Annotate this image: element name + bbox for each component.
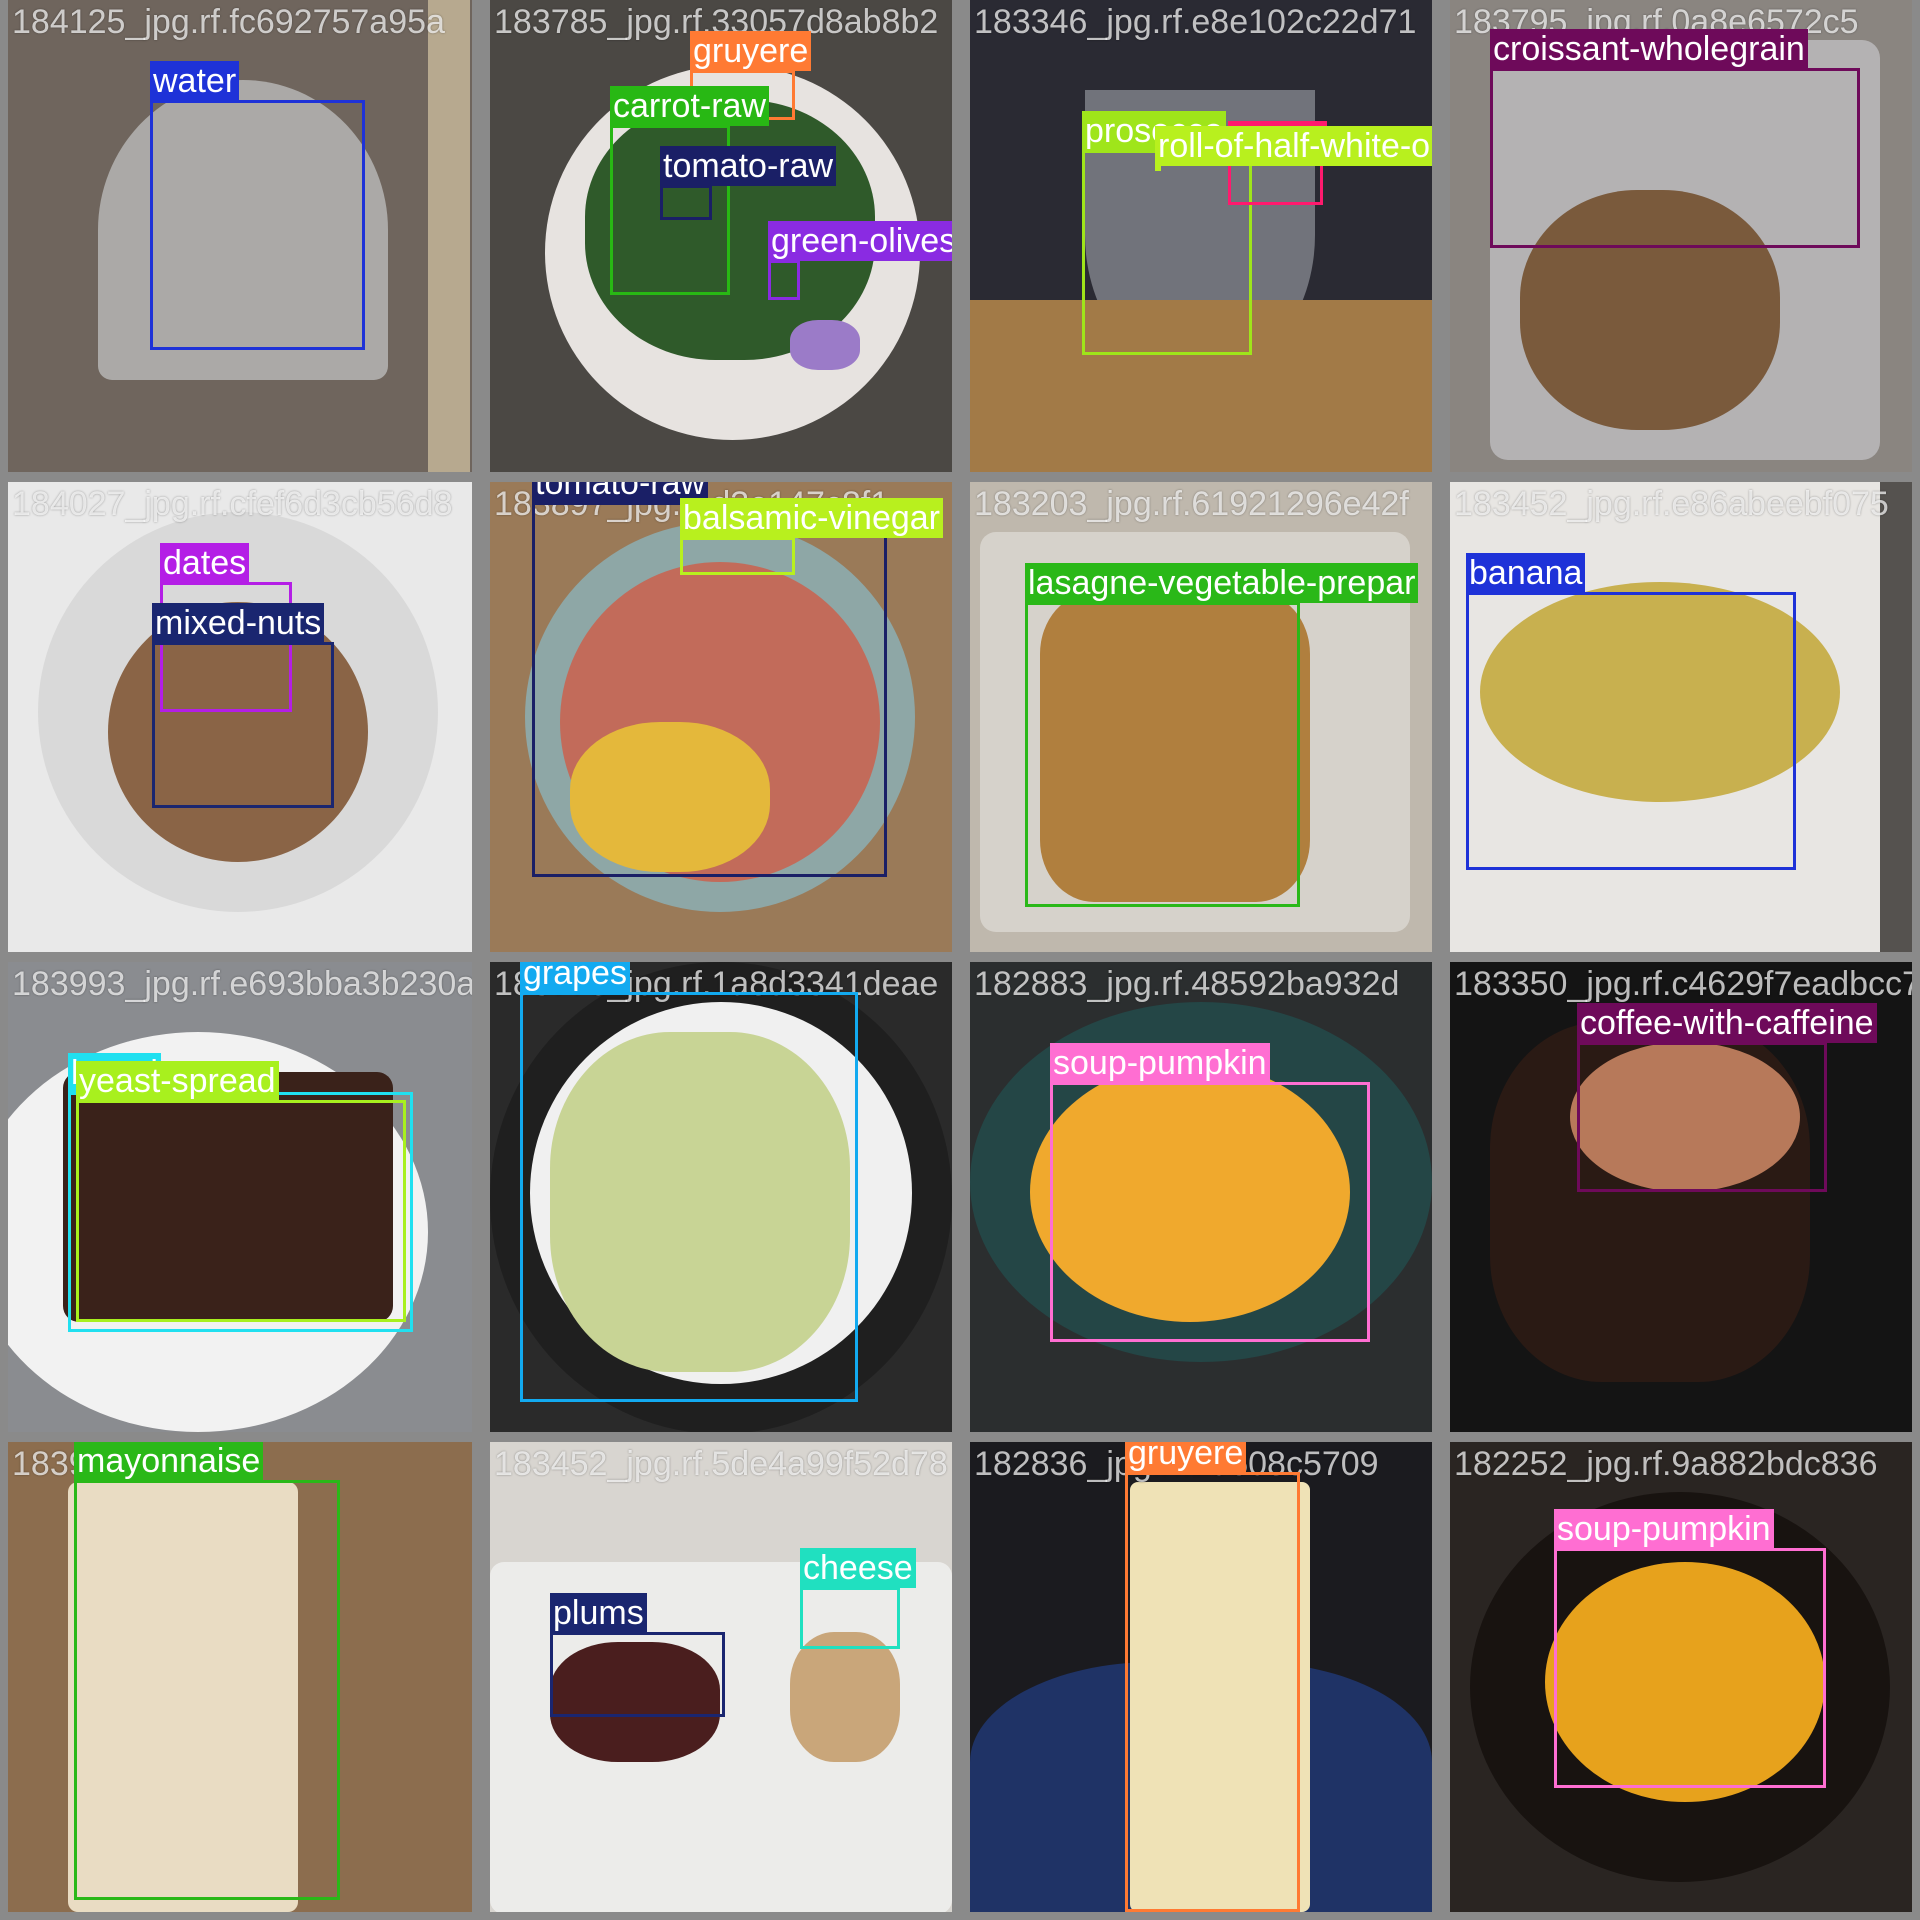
image-filename: 183452_jpg.rf.e86abeebf075 — [1454, 485, 1889, 523]
image-filename: 183203_jpg.rf.61921296e42f — [974, 485, 1409, 523]
bounding-box: green-olives — [768, 221, 952, 300]
bounding-box-label: balsamic-vinegar — [680, 498, 943, 538]
image-filename: 184125_jpg.rf.fc692757a95a — [12, 3, 445, 41]
bounding-box: lasagne-vegetable-prepar — [1025, 563, 1419, 907]
detection-grid: 184125_jpg.rf.fc692757a95a water 183785_jp… — [0, 0, 1920, 1920]
bounding-box: soup-pumpkin — [1554, 1509, 1826, 1788]
image-filename: 183993_jpg.rf.e693bba3b230a — [12, 965, 472, 1003]
bounding-box-label: yeast-spread — [76, 1061, 279, 1101]
bounding-box-label: grapes — [520, 962, 630, 993]
bounding-box-label: dates — [160, 543, 250, 583]
image-filename: 182252_jpg.rf.9a882bdc836 — [1454, 1445, 1878, 1483]
bounding-box-label: gruyere — [690, 31, 812, 71]
image-tile: 183993_jpg.rf.e693bba3b230abreadyeast-sp… — [8, 962, 472, 1432]
image-tile: 183350_jpg.rf.c4629f7eadbcc7a81coffee-wi… — [1450, 962, 1912, 1432]
bounding-box-label: plums — [550, 1593, 647, 1633]
bounding-box-label: coffee-with-caffeine — [1577, 1003, 1877, 1043]
bounding-box: cheese — [800, 1548, 916, 1649]
image-filename: 183350_jpg.rf.c4629f7eadbcc7a81 — [1454, 965, 1912, 1003]
bounding-box-label: lasagne-vegetable-prepar — [1025, 563, 1419, 603]
image-tile: 183452_jpg.rf.e86abeebf075banana — [1450, 482, 1912, 952]
bounding-box-label: croissant-wholegrain — [1490, 29, 1808, 69]
bounding-box-label: carrot-raw — [610, 86, 770, 126]
bounding-box: gruyere — [1125, 1442, 1300, 1912]
image-tile: 183346_jpg.rf.e8e102c22d71 proseccolemonr… — [970, 0, 1432, 472]
bounding-box: mayonnaise — [74, 1442, 340, 1900]
image-tile: 184125_jpg.rf.fc692757a95awater — [8, 0, 472, 472]
image-tile: 1839a6bb975fbmayonnaise — [8, 1442, 472, 1912]
bounding-box: grapes — [520, 962, 858, 1402]
bounding-box: tomato-raw — [660, 146, 837, 220]
bounding-box-label: soup-pumpkin — [1554, 1509, 1774, 1549]
bounding-box-label: tomato-raw — [660, 146, 837, 186]
image-filename: 183346_jpg.rf.e8e102c22d71 — [974, 3, 1417, 41]
bounding-box: prosecco — [1082, 111, 1252, 355]
image-tile: 183776_jpg.rf.1a8d3341deae grapes — [490, 962, 952, 1432]
image-filename: 182883_jpg.rf.48592ba932d — [974, 965, 1400, 1003]
image-tile: 183203_jpg.rf.61921296e42f lasagne-vegeta… — [970, 482, 1432, 952]
bounding-box: coffee-with-caffeine — [1577, 1003, 1877, 1192]
bounding-box: yeast-spread — [76, 1061, 406, 1322]
bounding-box: croissant-wholegrain — [1490, 29, 1860, 248]
bounding-box-label: banana — [1466, 553, 1586, 593]
bounding-box-label: mixed-nuts — [152, 603, 325, 643]
image-filename: 184027_jpg.rf.cfef6d3cb56d8 — [12, 485, 453, 523]
bounding-box-label: soup-pumpkin — [1050, 1043, 1270, 1083]
bounding-box-label: gruyere — [1125, 1442, 1247, 1473]
image-tile: 183795_jpg.rf.0a8e6572c5 croissant-wholeg… — [1450, 0, 1912, 472]
image-tile: 183897_jpg.rf.d3e147c8f1tomato-rawbalsam… — [490, 482, 952, 952]
image-tile: 183452_jpg.rf.5de4a99f52d78plums cheese — [490, 1442, 952, 1912]
bounding-box-label: water — [150, 61, 240, 101]
bounding-box: balsamic-vinegar — [680, 498, 943, 575]
image-tile: 182252_jpg.rf.9a882bdc836 soup-pumpkin — [1450, 1442, 1912, 1912]
bounding-box: lemon — [1228, 121, 1327, 205]
bounding-box: mixed-nuts — [152, 603, 334, 808]
image-tile: 184027_jpg.rf.cfef6d3cb56d8dates mixed-nu… — [8, 482, 472, 952]
bounding-box-label: green-olives — [768, 221, 952, 261]
photo-content-shape — [790, 1632, 900, 1762]
image-tile: 182836_jpg.rf.29608c5709gruyere — [970, 1442, 1432, 1912]
bounding-box-label: mayonnaise — [74, 1442, 264, 1481]
photo-content-shape — [790, 320, 860, 370]
image-tile: 183785_jpg.rf.33057d8ab8b2 gruyere carrot-… — [490, 0, 952, 472]
bounding-box-label: cheese — [800, 1548, 916, 1588]
image-tile: 182883_jpg.rf.48592ba932d soup-pumpkin — [970, 962, 1432, 1432]
bounding-box: roll-of-half-white-or-white-flour-with-l… — [1155, 126, 1432, 171]
bounding-box: banana — [1466, 553, 1796, 870]
photo-content-shape — [428, 0, 470, 472]
bounding-box: soup-pumpkin — [1050, 1043, 1370, 1342]
bounding-box-label: roll-of-half-white-or-white-flour-with-l… — [1155, 126, 1432, 166]
image-filename: 183452_jpg.rf.5de4a99f52d78 — [494, 1445, 948, 1483]
bounding-box: plums — [550, 1593, 725, 1717]
bounding-box: water — [150, 61, 365, 350]
